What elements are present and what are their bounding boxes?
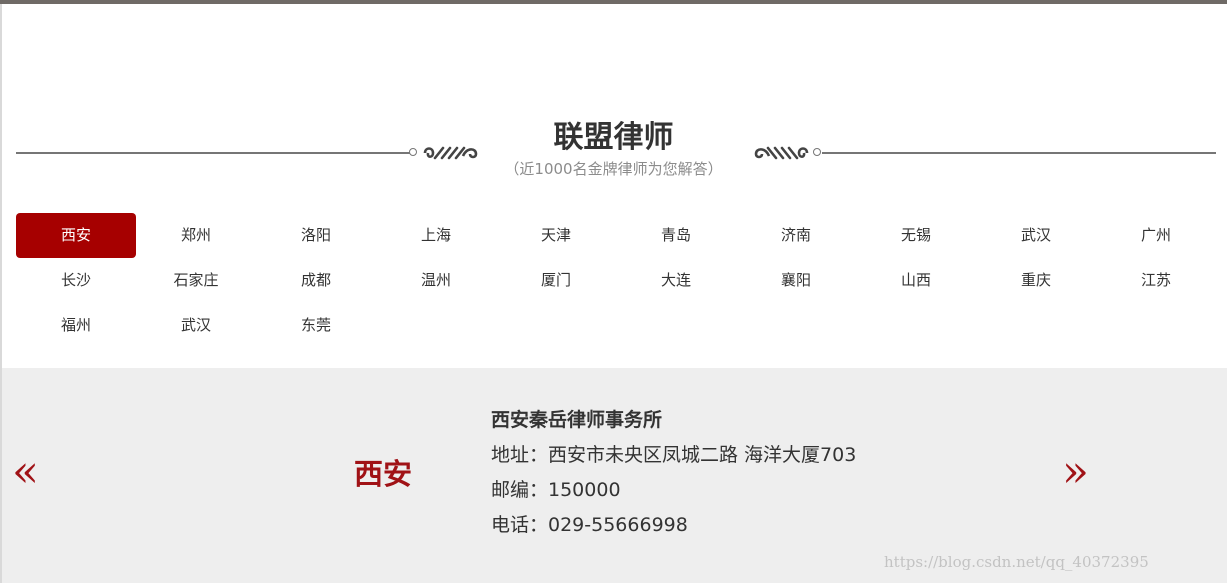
watermark: https://blog.csdn.net/qq_40372395 (884, 553, 1149, 571)
city-tab[interactable]: 济南 (736, 213, 856, 258)
city-tab[interactable]: 石家庄 (136, 258, 256, 303)
city-tab[interactable]: 襄阳 (736, 258, 856, 303)
city-tab[interactable]: 天津 (496, 213, 616, 258)
city-tab[interactable]: 上海 (376, 213, 496, 258)
city-tab[interactable]: 武汉 (136, 303, 256, 348)
city-tab[interactable]: 山西 (856, 258, 976, 303)
city-tab[interactable]: 重庆 (976, 258, 1096, 303)
top-border (0, 0, 1227, 4)
next-arrow-icon[interactable]: » (1062, 444, 1089, 500)
firm-phone: 电话：029-55666998 (491, 514, 688, 536)
city-tab[interactable]: 长沙 (16, 258, 136, 303)
previous-arrow-icon[interactable]: « (12, 444, 39, 500)
panel-city-name: 西安 (354, 457, 413, 491)
section-title: 联盟律师 (553, 120, 674, 155)
section-subtitle: （近1000名金牌律师为您解答） (504, 160, 723, 178)
city-tab[interactable]: 温州 (376, 258, 496, 303)
city-tab[interactable]: 西安 (16, 213, 136, 258)
firm-name: 西安秦岳律师事务所 (491, 409, 663, 431)
firm-postcode: 邮编：150000 (491, 479, 621, 501)
city-tab[interactable]: 广州 (1096, 213, 1216, 258)
firm-address: 地址：西安市未央区凤城二路 海洋大厦703 (491, 444, 857, 466)
city-tab[interactable]: 厦门 (496, 258, 616, 303)
city-tab[interactable]: 东莞 (256, 303, 376, 348)
city-tab[interactable]: 洛阳 (256, 213, 376, 258)
city-tab[interactable]: 福州 (16, 303, 136, 348)
city-tab[interactable]: 郑州 (136, 213, 256, 258)
city-tab[interactable]: 江苏 (1096, 258, 1216, 303)
city-tab[interactable]: 青岛 (616, 213, 736, 258)
city-tab[interactable]: 武汉 (976, 213, 1096, 258)
city-tab[interactable]: 无锡 (856, 213, 976, 258)
city-tab[interactable]: 成都 (256, 258, 376, 303)
city-tab[interactable]: 大连 (616, 258, 736, 303)
